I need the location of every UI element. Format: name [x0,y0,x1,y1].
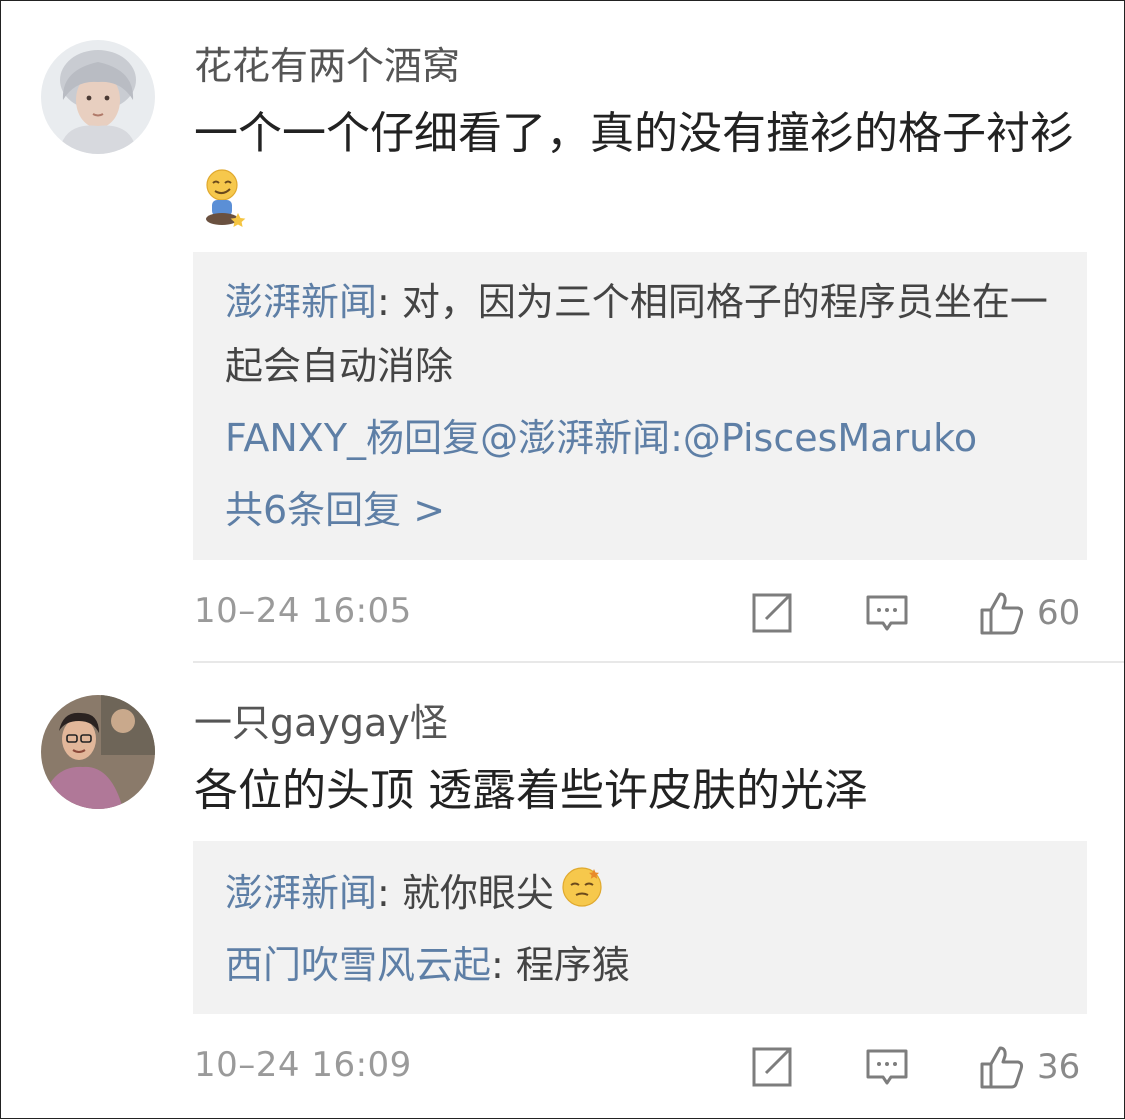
like-button[interactable]: 36 [979,1037,1080,1097]
comment-text-content: 各位的头顶 透露着些许皮肤的光泽 [194,765,868,816]
comment-item: 花花有两个酒窝 一个一个仔细看了，真的没有撞衫的格子衬衫 澎湃新闻: 对，因为三… [1,1,1125,662]
thumbs-up-icon [979,1044,1025,1090]
reply-separator: : [491,943,516,987]
comment-item: 一只gaygay怪 各位的头顶 透露着些许皮肤的光泽 澎湃新闻: 就你眼尖 西门… [1,662,1125,1120]
comment-meta-bar: 10–24 16:05 60 [194,583,1125,643]
like-button[interactable]: 60 [979,583,1080,643]
sitting-smirk-emoji-icon [200,167,248,246]
comment-text-content: 一个一个仔细看了，真的没有撞衫的格子衬衫 [194,108,1074,159]
reply-mention-link[interactable]: @澎湃新闻 [480,416,670,460]
reply-item: 澎湃新闻: 对，因为三个相同格子的程序员坐在一起会自动消除 [225,270,1055,398]
comment-text: 各位的头顶 透露着些许皮肤的光泽 [194,758,1074,824]
reply-separator: : [377,871,402,915]
avatar[interactable] [41,40,155,154]
like-count: 36 [1037,1047,1081,1087]
reply-text: 程序猿 [515,943,630,987]
more-replies-label[interactable]: 共6条回复 > [225,488,445,532]
comment-reply-button[interactable] [865,583,909,643]
reply-author-link[interactable]: 澎湃新闻 [225,871,377,915]
reply-author-link[interactable]: 西门吹雪风云起 [225,943,491,987]
like-count: 60 [1037,593,1081,633]
share-edit-icon [750,1045,794,1089]
comment-timestamp: 10–24 16:05 [194,591,412,631]
more-replies-link[interactable]: 共6条回复 > [225,478,1055,542]
avatar[interactable] [41,695,155,809]
dizzy-face-emoji-icon [560,864,604,928]
reply-item: 西门吹雪风云起: 程序猿 [225,933,1055,997]
comment-timestamp: 10–24 16:09 [194,1045,412,1085]
reply-separator: : [670,416,683,460]
comment-reply-button[interactable] [865,1037,909,1097]
share-button[interactable] [750,1037,794,1097]
comment-bubble-icon [865,591,909,635]
share-button[interactable] [750,583,794,643]
reply-author-link[interactable]: FANXY_杨 [225,416,404,460]
reply-separator: : [377,280,402,324]
comment-bubble-icon [865,1045,909,1089]
comment-username[interactable]: 花花有两个酒窝 [194,43,460,89]
reply-author-link[interactable]: 澎湃新闻 [225,280,377,324]
reply-box: 澎湃新闻: 就你眼尖 西门吹雪风云起: 程序猿 [193,841,1087,1014]
thumbs-up-icon [979,590,1025,636]
share-edit-icon [750,591,794,635]
comment-meta-bar: 10–24 16:09 36 [194,1037,1125,1097]
reply-mention-text[interactable]: @PiscesMaruko [683,416,977,460]
reply-box: 澎湃新闻: 对，因为三个相同格子的程序员坐在一起会自动消除 FANXY_杨回复@… [193,252,1087,560]
comment-text: 一个一个仔细看了，真的没有撞衫的格子衬衫 [194,101,1074,246]
reply-item: FANXY_杨回复@澎湃新闻:@PiscesMaruko [225,406,1055,470]
reply-text: 就你眼尖 [401,871,554,915]
reply-connector: 回复 [404,416,481,460]
reply-item: 澎湃新闻: 就你眼尖 [225,861,1055,928]
comment-username[interactable]: 一只gaygay怪 [194,700,448,746]
